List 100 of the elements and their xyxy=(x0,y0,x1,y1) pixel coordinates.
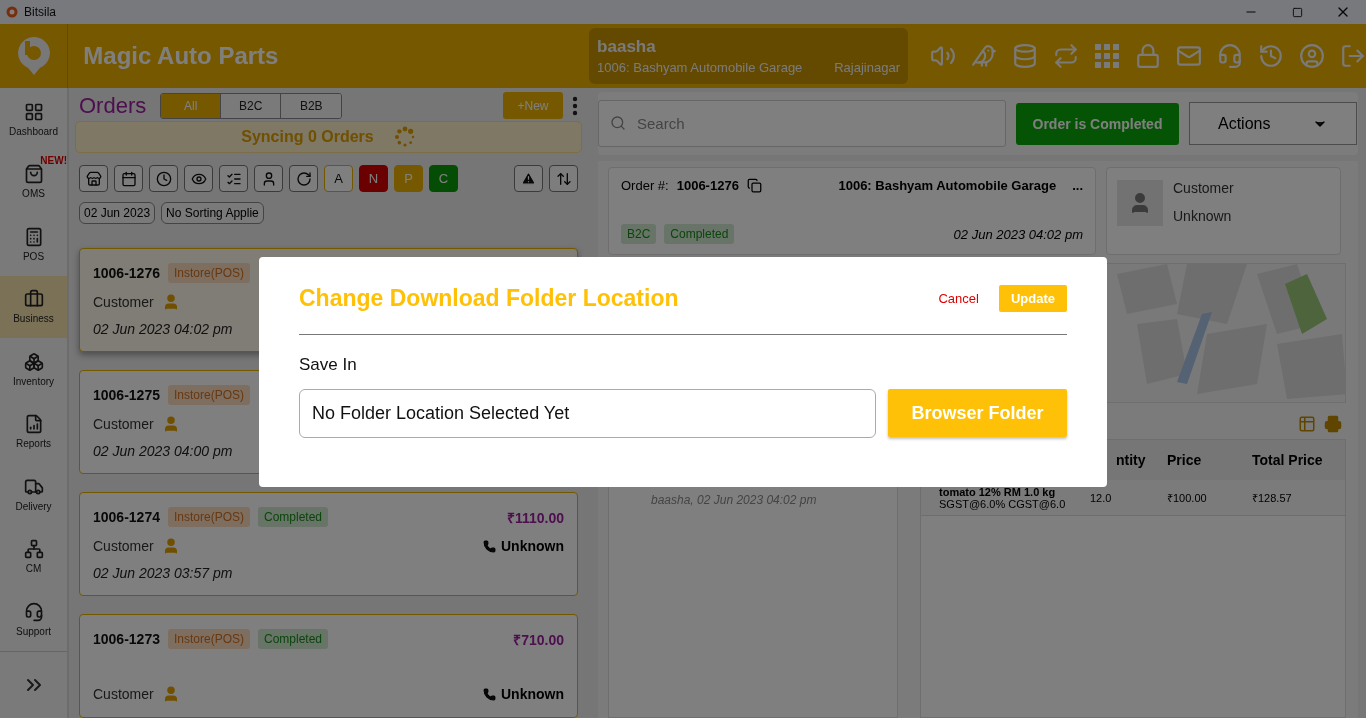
sidebar-label: Support xyxy=(16,625,51,637)
sidebar-label: Dashboard xyxy=(9,125,58,137)
item-tax: SGST@6.0% CGST@6.0 xyxy=(939,497,1067,510)
customer-phone: Unknown xyxy=(1173,208,1233,224)
copy-icon[interactable] xyxy=(746,178,762,193)
customer-phone: Unknown xyxy=(501,686,564,702)
dashboard-icon xyxy=(23,101,44,122)
order-date: 02 Jun 2023 03:57 pm xyxy=(93,565,234,581)
filter-button[interactable] xyxy=(219,165,248,192)
headset-icon xyxy=(23,601,44,622)
sorting-chip[interactable]: No Sorting Applie xyxy=(161,202,264,224)
channel-tag: Instore(POS) xyxy=(167,507,250,527)
customer-name: Customer xyxy=(1173,180,1234,196)
status-filter-button[interactable]: C xyxy=(429,165,458,192)
phone-icon xyxy=(483,539,496,553)
network-icon xyxy=(23,539,44,560)
folder-field[interactable]: No Folder Location Selected Yet xyxy=(299,389,876,438)
field-label: Save In xyxy=(299,355,358,375)
channel-tag: Instore(POS) xyxy=(167,629,250,649)
order-status-button[interactable]: Order is Completed xyxy=(1016,102,1179,145)
channel-tag: Instore(POS) xyxy=(167,385,250,405)
sidebar-label: Reports xyxy=(16,438,51,450)
business-name: Magic Auto Parts xyxy=(83,42,280,70)
briefcase-icon xyxy=(23,289,44,310)
filter-button[interactable] xyxy=(79,165,108,192)
order-number: 1006-1273 xyxy=(93,631,160,647)
alert-button[interactable] xyxy=(514,165,543,192)
item-name: tomato 12% RM 1.0 kg xyxy=(939,485,1057,498)
column-header: Price xyxy=(1167,452,1203,468)
sidebar-item[interactable]: Reports xyxy=(0,400,67,463)
status-tag: Completed xyxy=(258,507,328,527)
sidebar-label: OMS xyxy=(22,188,45,200)
filter-button[interactable] xyxy=(149,165,178,192)
table-cell-text: ₹100.00 xyxy=(1167,491,1208,505)
channel-tag: Instore(POS) xyxy=(167,263,250,283)
order-date: 02 Jun 2023 04:02 pm xyxy=(93,321,234,337)
print-icon[interactable] xyxy=(1324,415,1342,433)
status-tag: Completed xyxy=(258,629,328,649)
orders-title: Orders xyxy=(79,92,147,119)
customer-name: Customer xyxy=(93,686,154,702)
sidebar-item[interactable]: CM xyxy=(0,525,67,588)
filter-button[interactable] xyxy=(289,165,318,192)
calendar-icon xyxy=(120,170,137,187)
sidebar-label: Inventory xyxy=(12,375,55,387)
sidebar-label: CM xyxy=(25,563,42,575)
order-card[interactable]: 1006-1273 Instore(POS) Completed ₹710.00 Customer Unknown xyxy=(79,614,578,718)
order-card[interactable]: 1006-1274 Instore(POS) Completed ₹1110.00 Customer Unknown 02 Jun 2023 03:57 pm xyxy=(79,492,578,596)
bag-icon xyxy=(23,164,44,185)
filter-tab[interactable]: B2C xyxy=(221,93,282,118)
filter-button[interactable] xyxy=(114,165,143,192)
status-filter-button[interactable]: A xyxy=(324,165,353,192)
clock-icon xyxy=(155,170,172,187)
filter-tab[interactable]: B2B xyxy=(281,93,342,118)
more-button[interactable]: ... xyxy=(1072,178,1083,193)
boxes-icon xyxy=(23,351,44,372)
table-icon[interactable] xyxy=(1298,415,1316,433)
sidebar-item[interactable]: Business xyxy=(0,275,67,338)
spinner-icon xyxy=(393,126,416,149)
logo-icon xyxy=(15,35,52,77)
customer-name: Customer xyxy=(93,294,154,310)
customer-name: Customer xyxy=(93,538,154,554)
sidebar-item[interactable]: Delivery xyxy=(0,463,67,526)
sidebar-label: Business xyxy=(13,313,54,325)
sort-icon xyxy=(555,170,572,187)
order-number: 1006-1274 xyxy=(93,509,160,525)
search-field[interactable]: Search xyxy=(598,100,1006,147)
store-name: 1006: Bashyam Automobile Garage xyxy=(597,60,803,75)
order-number: 1006-1275 xyxy=(93,387,160,403)
sidebar-item[interactable]: Inventory xyxy=(0,338,67,401)
column-header: Total Price xyxy=(1252,452,1324,468)
more-icon[interactable] xyxy=(572,95,578,116)
order-amount: ₹710.00 xyxy=(513,630,564,649)
sidebar-item[interactable]: NEW! OMS xyxy=(0,150,67,213)
maximize-icon[interactable] xyxy=(1291,6,1303,18)
sidebar-item[interactable]: Support xyxy=(0,588,67,651)
actions-dropdown[interactable]: Actions xyxy=(1189,102,1357,145)
order-number: 1006-1276 xyxy=(676,178,739,193)
order-label: Order #: xyxy=(621,178,669,193)
sort-button[interactable] xyxy=(549,165,578,192)
order-tag: Completed xyxy=(664,224,735,244)
cancel-link[interactable]: Cancel xyxy=(938,291,979,306)
order-tag: B2C xyxy=(621,224,657,244)
sidebar-item[interactable]: Dashboard xyxy=(0,88,67,151)
status-filter-button[interactable]: N xyxy=(359,165,388,192)
filter-button[interactable] xyxy=(254,165,283,192)
table-cell-text: 12.0 xyxy=(1089,491,1113,504)
store-name: 1006: Bashyam Automobile Garage xyxy=(838,178,1057,193)
filter-button[interactable] xyxy=(184,165,213,192)
store-icon xyxy=(85,170,102,187)
table-cell-text: ₹128.57 xyxy=(1252,491,1293,505)
avatar-icon xyxy=(1117,180,1163,226)
sync-text: Syncing 0 Orders xyxy=(241,128,374,147)
sidebar-item[interactable]: POS xyxy=(0,213,67,276)
timeline-entry: baasha, 02 Jun 2023 04:02 pm xyxy=(651,493,818,507)
date-chip[interactable]: 02 Jun 2023 xyxy=(79,202,156,224)
customer-phone: Unknown xyxy=(501,538,564,554)
customer-name: Customer xyxy=(93,416,154,432)
app-icon xyxy=(6,6,18,18)
user-name: baasha xyxy=(597,37,657,57)
column-header: ntity xyxy=(1115,452,1147,468)
